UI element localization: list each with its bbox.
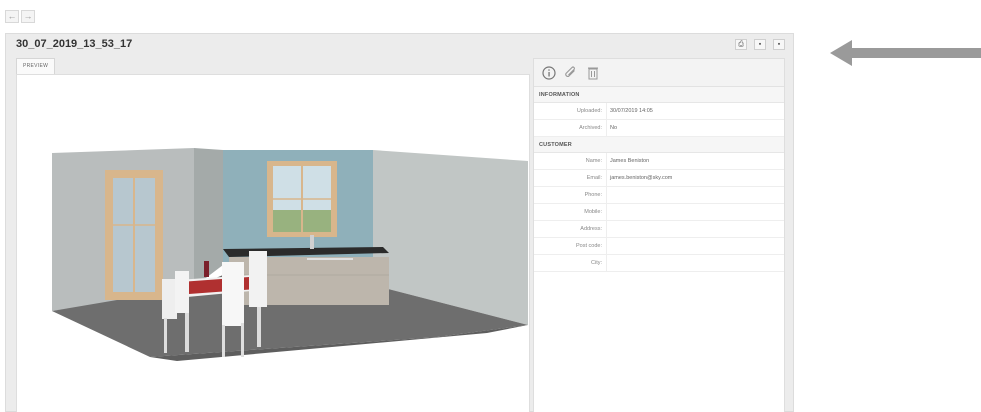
customer-section-header: CUSTOMER: [534, 137, 784, 153]
row-value: No: [610, 125, 618, 131]
postcode-row: Post code:: [534, 238, 784, 255]
uploaded-row: Uploaded: 30/07/2019 14:05: [534, 103, 784, 120]
name-row: Name: James Beniston: [534, 153, 784, 170]
phone-row: Phone:: [534, 187, 784, 204]
row-label: Phone:: [534, 187, 607, 203]
kitchen-render-image: [52, 148, 528, 361]
paperclip-icon[interactable]: [563, 65, 579, 81]
preview-area: [16, 74, 530, 412]
row-label: Post code:: [534, 238, 607, 254]
info-panel: INFORMATION Uploaded: 30/07/2019 14:05 A…: [533, 58, 785, 412]
export-icon[interactable]: ▪: [773, 39, 785, 50]
row-label: Email:: [534, 170, 607, 186]
design-title: 30_07_2019_13_53_17: [16, 38, 133, 50]
folder-icon[interactable]: ▪: [754, 39, 766, 50]
row-value: [607, 187, 610, 203]
address-row: Address:: [534, 221, 784, 238]
left-arrow-icon: [830, 40, 981, 66]
row-label: Uploaded:: [534, 103, 607, 119]
row-value: [607, 204, 610, 220]
tab-preview[interactable]: PREVIEW: [16, 58, 56, 74]
city-row: City:: [534, 255, 784, 272]
print-icon[interactable]: ⎙: [735, 39, 747, 50]
row-label: Address:: [534, 221, 607, 237]
row-label: Archived:: [534, 120, 607, 136]
row-label: Mobile:: [534, 204, 607, 220]
archived-row: Archived: No: [534, 120, 784, 137]
information-section-header: INFORMATION: [534, 87, 784, 103]
row-value: [607, 221, 610, 237]
forward-button[interactable]: →: [21, 10, 35, 23]
row-value: James Beniston: [610, 158, 650, 164]
trash-icon[interactable]: [585, 65, 601, 81]
design-panel: 30_07_2019_13_53_17 ⎙ ▪ ▪ PREVIEW INFORM…: [5, 33, 794, 412]
info-icon[interactable]: [541, 65, 557, 81]
panel-titlebar: 30_07_2019_13_53_17 ⎙ ▪ ▪: [6, 34, 793, 56]
row-label: Name:: [534, 153, 607, 169]
info-toolbar: [534, 59, 784, 87]
title-actions: ⎙ ▪ ▪: [735, 39, 785, 50]
row-value: [607, 238, 610, 254]
row-value: [607, 255, 610, 271]
mobile-row: Mobile:: [534, 204, 784, 221]
row-value: james.beniston@sky.com: [610, 175, 673, 181]
back-button[interactable]: ←: [5, 10, 19, 23]
row-label: City:: [534, 255, 607, 271]
row-value: 30/07/2019 14:05: [610, 108, 653, 114]
email-row: Email: james.beniston@sky.com: [534, 170, 784, 187]
